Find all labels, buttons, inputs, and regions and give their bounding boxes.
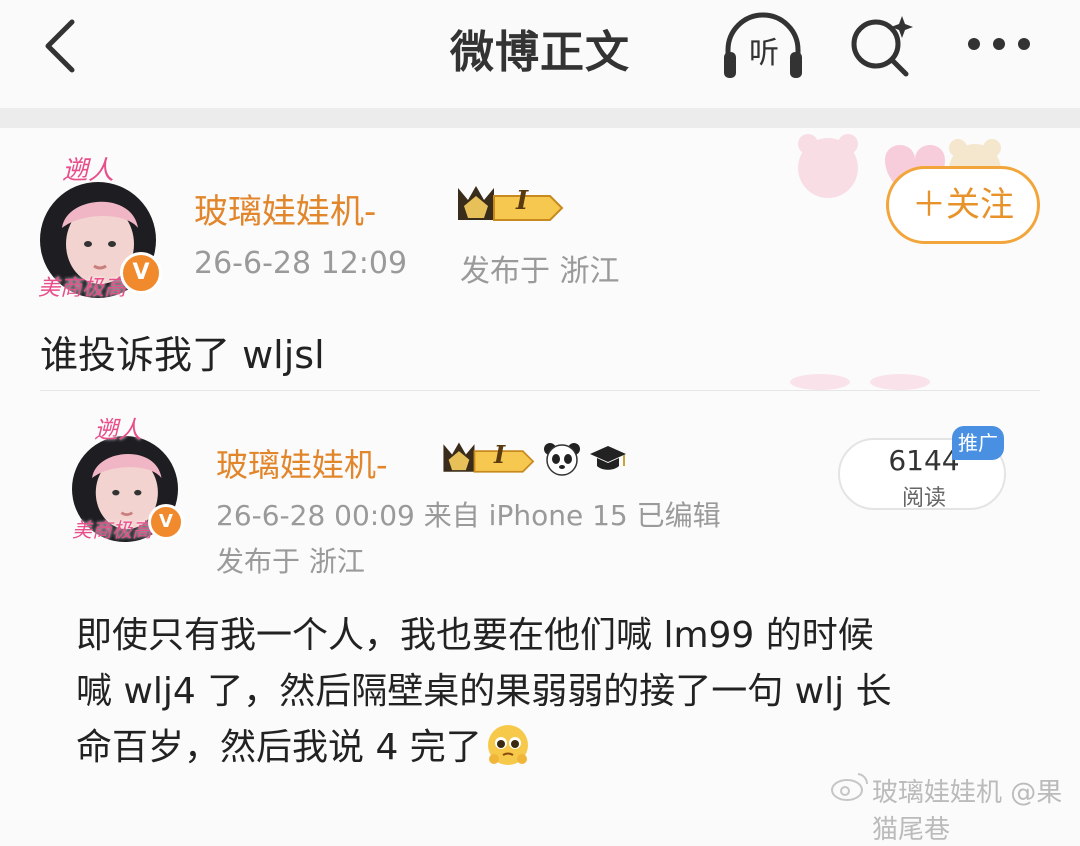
repost-text: 即使只有我一个人，我也要在他们喊 lm99 的时候 喊 wlj4 了，然后隔壁桌… (76, 608, 976, 776)
repost-author-name[interactable]: 玻璃娃娃机- (216, 440, 388, 486)
avatar-caption-top: 遡人 (62, 156, 115, 186)
repost-text-line: 命百岁，然后我说 4 完了 (76, 720, 976, 776)
verified-badge: V (120, 252, 162, 294)
top-bar: 微博正文 听 (0, 0, 1080, 108)
repost-time-source: 26-6-28 00:09 来自 iPhone 15 已编辑 (216, 499, 721, 532)
weibo-watermark-icon (831, 773, 869, 801)
avatar-caption-bottom: 美商极高 (38, 276, 127, 301)
author-name[interactable]: 玻璃娃娃机- (194, 184, 376, 233)
post-location: 发布于 浙江 (460, 254, 620, 289)
panda-icon (544, 443, 580, 476)
follow-button[interactable]: ＋关注 (886, 166, 1040, 244)
decorative-hearts-icon (790, 374, 930, 390)
level-badge-text: I (516, 186, 529, 216)
search-sparkle-icon[interactable] (848, 14, 914, 78)
repost-crown-level-badge-icon (443, 442, 535, 473)
crown-level-badge-icon (458, 186, 564, 221)
repost-text-line: 喊 wlj4 了，然后隔壁桌的果弱弱的接了一句 wlj 长 (76, 671, 892, 712)
watermark-text: 玻璃娃娃机 @果猫尾巷 (872, 778, 1063, 845)
repost-text-line-content: 命百岁，然后我说 4 完了 (76, 727, 482, 768)
post-time: 26-6-28 12:09 (194, 246, 408, 281)
post-text: 谁投诉我了 wljsl (40, 333, 325, 377)
page-title: 微博正文 (450, 27, 630, 78)
graduation-cap-icon (590, 446, 626, 470)
repost-level-badge-text: I (494, 440, 506, 469)
pleading-face-emoji-icon (487, 725, 528, 765)
divider (40, 390, 1040, 391)
section-divider (0, 108, 1080, 128)
read-label: 阅读 (901, 486, 946, 511)
repost-location: 发布于 浙江 (216, 545, 365, 578)
repost-avatar-caption-bottom: 美商极高 (72, 518, 152, 542)
repost-avatar-caption-top: 遡人 (94, 416, 142, 444)
listen-label: 听 (749, 36, 779, 71)
repost-verified-badge: V (148, 504, 184, 540)
more-icon[interactable] (964, 34, 1034, 54)
repost-text-line: 即使只有我一个人，我也要在他们喊 lm99 的时候 (76, 615, 874, 656)
promo-tag[interactable]: 推广 (952, 426, 1004, 460)
